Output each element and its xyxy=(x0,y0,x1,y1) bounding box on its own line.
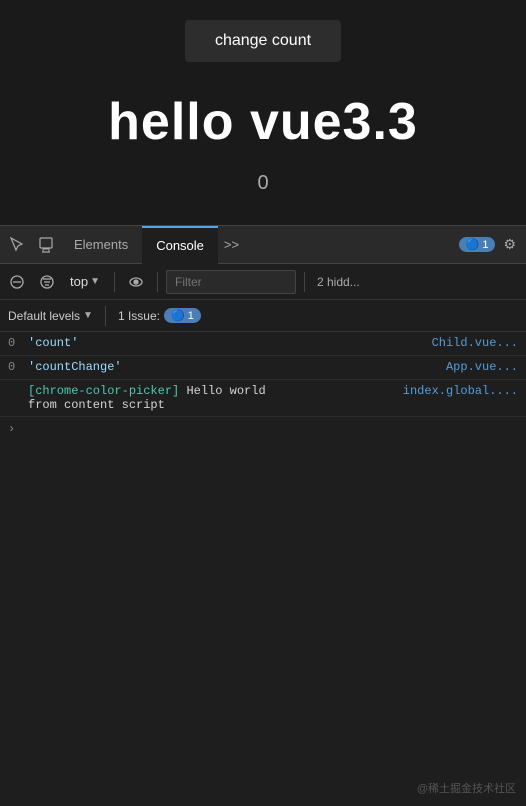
issue-label: 1 Issue: xyxy=(118,309,160,323)
device-icon[interactable] xyxy=(32,231,60,259)
watermark: @稀土掘金技术社区 xyxy=(417,780,516,796)
console-row: 0 'countChange' App.vue... xyxy=(0,356,526,380)
issue-count: 1 xyxy=(188,310,194,322)
tab-elements[interactable]: Elements xyxy=(60,226,142,264)
change-count-button[interactable]: change count xyxy=(185,20,341,62)
console-filter-icon[interactable] xyxy=(34,270,60,294)
top-context-selector[interactable]: top ▼ xyxy=(64,272,106,291)
console-row-source[interactable]: index.global.... xyxy=(403,384,518,398)
console-input-row: › xyxy=(0,417,526,441)
default-levels-label: Default levels xyxy=(8,309,80,323)
issue-icon-symbol: 🔵 xyxy=(171,310,185,322)
console-row-number: 0 xyxy=(8,336,20,350)
console-text-bracket: [chrome-color-picker] xyxy=(28,384,179,398)
console-row-source[interactable]: App.vue... xyxy=(446,360,518,374)
more-tabs-button[interactable]: >> xyxy=(218,231,245,258)
separator4 xyxy=(105,306,106,326)
default-levels-button[interactable]: Default levels ▼ xyxy=(8,309,93,323)
filter-input[interactable] xyxy=(166,270,296,294)
console-row: [chrome-color-picker] Hello world from c… xyxy=(0,380,526,417)
separator xyxy=(114,272,115,292)
top-label: top xyxy=(70,274,88,289)
devtools-panel: Elements Console >> 🔵 1 ⚙ xyxy=(0,225,526,806)
console-output: 0 'count' Child.vue... 0 'countChange' A… xyxy=(0,332,526,806)
hidden-count: 2 hidd... xyxy=(317,275,360,289)
console-row-text: [chrome-color-picker] Hello world from c… xyxy=(28,384,403,412)
tab-console[interactable]: Console xyxy=(142,226,218,264)
chevron-down-icon2: ▼ xyxy=(83,310,93,321)
issue-icon: 🔵 1 xyxy=(164,308,201,323)
badge-count: 1 xyxy=(482,239,488,251)
count-display: 0 xyxy=(257,172,268,195)
chevron-down-icon: ▼ xyxy=(90,276,100,287)
devtools-tabbar: Elements Console >> 🔵 1 ⚙ xyxy=(0,226,526,264)
separator3 xyxy=(304,272,305,292)
devtools-toolbar2: top ▼ 2 hidd... xyxy=(0,264,526,300)
badge-icon: 🔵 xyxy=(466,239,480,251)
devtools-toolbar3: Default levels ▼ 1 Issue: 🔵 1 xyxy=(0,300,526,332)
devtools-badge: 🔵 1 xyxy=(459,237,496,252)
console-row-number xyxy=(8,384,20,398)
console-row: 0 'count' Child.vue... xyxy=(0,332,526,356)
console-row-number: 0 xyxy=(8,360,20,374)
console-prompt: › xyxy=(8,422,15,436)
separator2 xyxy=(157,272,158,292)
console-row-text: 'countChange' xyxy=(28,360,446,374)
issue-badge-area: 1 Issue: 🔵 1 xyxy=(118,308,201,323)
console-row-source[interactable]: Child.vue... xyxy=(432,336,518,350)
settings-icon[interactable]: ⚙ xyxy=(497,232,522,258)
eye-icon[interactable] xyxy=(123,270,149,294)
hello-text: hello vue3.3 xyxy=(108,92,418,152)
console-text-from: from content script xyxy=(28,398,165,412)
console-text-hello: Hello world xyxy=(186,384,265,398)
console-row-text: 'count' xyxy=(28,336,432,350)
inspect-icon[interactable] xyxy=(4,231,32,259)
console-clear-icon[interactable] xyxy=(4,270,30,294)
